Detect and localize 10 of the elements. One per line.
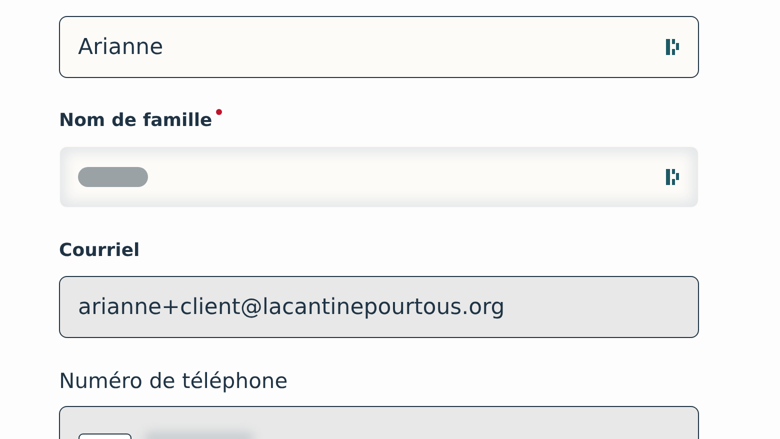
autofill-icon[interactable] — [666, 39, 680, 55]
field-label: Courriel — [59, 239, 140, 263]
input-field[interactable] — [59, 146, 699, 208]
field-label: Numéro de téléphone — [59, 368, 288, 394]
redacted-text — [78, 167, 148, 187]
field-label: Nom de famille — [59, 109, 212, 133]
autofill-icon[interactable] — [666, 169, 680, 185]
field-value: Arianne — [78, 34, 164, 62]
input-field[interactable]: Arianne — [59, 16, 699, 78]
field-value: arianne+client@lacantinepourtous.org — [78, 294, 505, 322]
